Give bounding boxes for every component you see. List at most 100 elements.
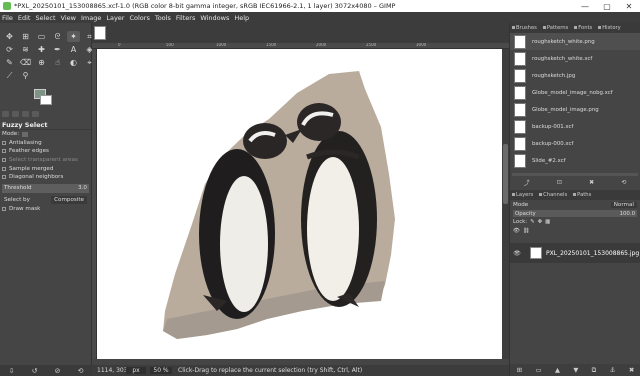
- fuzzy-select-icon[interactable]: ✦: [67, 31, 80, 42]
- raise-display-icon[interactable]: ⊡: [557, 179, 562, 186]
- menu-colors[interactable]: Colors: [129, 14, 149, 22]
- menu-filters[interactable]: Filters: [176, 14, 195, 22]
- draw-mask-checkbox[interactable]: Draw mask: [0, 205, 91, 214]
- antialiasing-checkbox[interactable]: Antialiasing: [0, 139, 91, 148]
- menu-image[interactable]: Image: [81, 14, 101, 22]
- unit-dropdown[interactable]: px: [126, 367, 146, 374]
- canvas-area[interactable]: [97, 49, 502, 359]
- history-item[interactable]: Globe_model_image.png: [510, 101, 640, 118]
- smudge-tool-icon[interactable]: ☝: [51, 57, 64, 68]
- maximize-button[interactable]: ▢: [596, 2, 618, 11]
- tab-paths[interactable]: Paths: [573, 192, 594, 198]
- tab-channels[interactable]: Channels: [539, 192, 570, 198]
- remove-entry-icon[interactable]: ✖: [589, 179, 594, 186]
- select-by-dropdown[interactable]: Composite: [51, 195, 87, 204]
- new-group-icon[interactable]: ▭: [535, 366, 541, 374]
- heal-tool-icon[interactable]: ✚: [35, 44, 48, 55]
- layer-row[interactable]: 👁 PXL_20250101_153008865.jpg: [510, 243, 640, 263]
- clone-tool-icon[interactable]: ⊕: [35, 57, 48, 68]
- undo-history-tab-icon[interactable]: [22, 111, 29, 117]
- device-status-tab-icon[interactable]: [12, 111, 19, 117]
- history-item[interactable]: roughsketch.jpg: [510, 67, 640, 84]
- text-tool-icon[interactable]: A: [67, 44, 80, 55]
- duplicate-layer-icon[interactable]: ⧉: [592, 366, 597, 375]
- history-thumbnail: [514, 85, 526, 100]
- clear-history-icon[interactable]: ⟲: [621, 179, 626, 186]
- rect-select-icon[interactable]: ▭: [35, 31, 48, 42]
- menu-file[interactable]: File: [2, 14, 13, 22]
- save-options-icon[interactable]: ⇩: [9, 367, 15, 375]
- open-image-icon[interactable]: ⤴: [524, 178, 530, 187]
- history-item[interactable]: backup-000.xcf: [510, 135, 640, 152]
- zoom-dropdown[interactable]: 50 %: [150, 367, 172, 374]
- image-tab-thumbnail[interactable]: [94, 26, 106, 40]
- scrollbar-thumb[interactable]: [503, 144, 508, 204]
- opacity-slider[interactable]: Opacity 100.0: [513, 210, 637, 217]
- delete-options-icon[interactable]: ⊘: [55, 367, 61, 375]
- menu-select[interactable]: Select: [35, 14, 55, 22]
- menu-edit[interactable]: Edit: [18, 14, 31, 22]
- history-item[interactable]: roughsketch_white.png: [510, 33, 640, 50]
- menu-layer[interactable]: Layer: [106, 14, 124, 22]
- history-item[interactable]: Globe_model_image_nobg.xcf: [510, 84, 640, 101]
- checkbox-icon[interactable]: [2, 206, 6, 211]
- tab-history[interactable]: History: [598, 25, 623, 31]
- delete-layer-icon[interactable]: ✖: [629, 366, 634, 374]
- anchor-layer-icon[interactable]: ⚓: [610, 366, 616, 374]
- close-button[interactable]: ✕: [618, 2, 640, 11]
- mode-replace-icon[interactable]: [22, 131, 29, 137]
- menu-help[interactable]: Help: [234, 14, 249, 22]
- zoom-tool-icon[interactable]: ⚲: [19, 70, 32, 81]
- layer-mode-dropdown[interactable]: Normal: [610, 202, 637, 208]
- transform-tool-icon[interactable]: ⟳: [3, 44, 16, 55]
- paths-tool-icon[interactable]: ✒: [51, 44, 64, 55]
- checkbox-icon[interactable]: [2, 175, 6, 180]
- checkbox-icon[interactable]: [2, 158, 6, 163]
- free-select-icon[interactable]: ᘓ: [51, 31, 64, 42]
- menu-windows[interactable]: Windows: [200, 14, 229, 22]
- measure-tool-icon[interactable]: ⟋: [3, 70, 16, 81]
- paintbrush-icon[interactable]: ✎: [3, 57, 16, 68]
- tab-patterns[interactable]: Patterns: [542, 25, 571, 31]
- tab-history-label: History: [602, 25, 621, 31]
- tab-fonts[interactable]: Fonts: [574, 25, 595, 31]
- tab-layers[interactable]: Layers: [512, 192, 536, 198]
- checkbox-icon[interactable]: [2, 166, 6, 171]
- new-layer-icon[interactable]: ⊞: [517, 366, 522, 374]
- layer-visibility-icon[interactable]: 👁: [512, 250, 522, 257]
- checkbox-icon[interactable]: [2, 149, 6, 154]
- antialiasing-label: Antialiasing: [9, 139, 42, 146]
- tab-brushes[interactable]: Brushes: [512, 25, 540, 31]
- transparent-checkbox[interactable]: Select transparent areas: [0, 156, 91, 165]
- canvas-vertical-scrollbar[interactable]: [502, 49, 509, 359]
- history-item[interactable]: backup-001.xcf: [510, 118, 640, 135]
- reset-options-icon[interactable]: ⟲: [78, 367, 84, 375]
- menu-view[interactable]: View: [61, 14, 76, 22]
- eraser-icon[interactable]: ⌫: [19, 57, 32, 68]
- dodge-burn-icon[interactable]: ◐: [67, 57, 80, 68]
- sample-merged-checkbox[interactable]: Sample merged: [0, 164, 91, 173]
- lock-position-icon[interactable]: ✥: [538, 219, 543, 225]
- lower-layer-icon[interactable]: ▼: [573, 366, 578, 374]
- background-color[interactable]: [40, 95, 52, 105]
- threshold-slider[interactable]: Threshold 3.0: [2, 183, 89, 193]
- feather-checkbox[interactable]: Feather edges: [0, 147, 91, 156]
- image-canvas[interactable]: [97, 49, 502, 359]
- menu-tools[interactable]: Tools: [155, 14, 171, 22]
- raise-layer-icon[interactable]: ▲: [555, 366, 560, 374]
- diagonal-checkbox[interactable]: Diagonal neighbors: [0, 173, 91, 182]
- checkbox-icon[interactable]: [2, 140, 6, 145]
- move-tool-icon[interactable]: ✥: [3, 31, 16, 42]
- history-item[interactable]: roughsketch_white.xcf: [510, 50, 640, 67]
- lock-alpha-icon[interactable]: ▦: [545, 219, 550, 225]
- warp-tool-icon[interactable]: ≋: [19, 44, 32, 55]
- tool-options-tab-icon[interactable]: [2, 111, 9, 117]
- lock-pixels-icon[interactable]: ✎: [530, 219, 535, 225]
- color-swatches[interactable]: [34, 89, 58, 109]
- restore-options-icon[interactable]: ↺: [32, 367, 38, 375]
- select-by-label: Select by: [4, 196, 30, 203]
- history-item[interactable]: Slide_#2.xcf: [510, 152, 640, 169]
- align-tool-icon[interactable]: ⊞: [19, 31, 32, 42]
- minimize-button[interactable]: —: [574, 2, 596, 11]
- images-tab-icon[interactable]: [32, 111, 39, 117]
